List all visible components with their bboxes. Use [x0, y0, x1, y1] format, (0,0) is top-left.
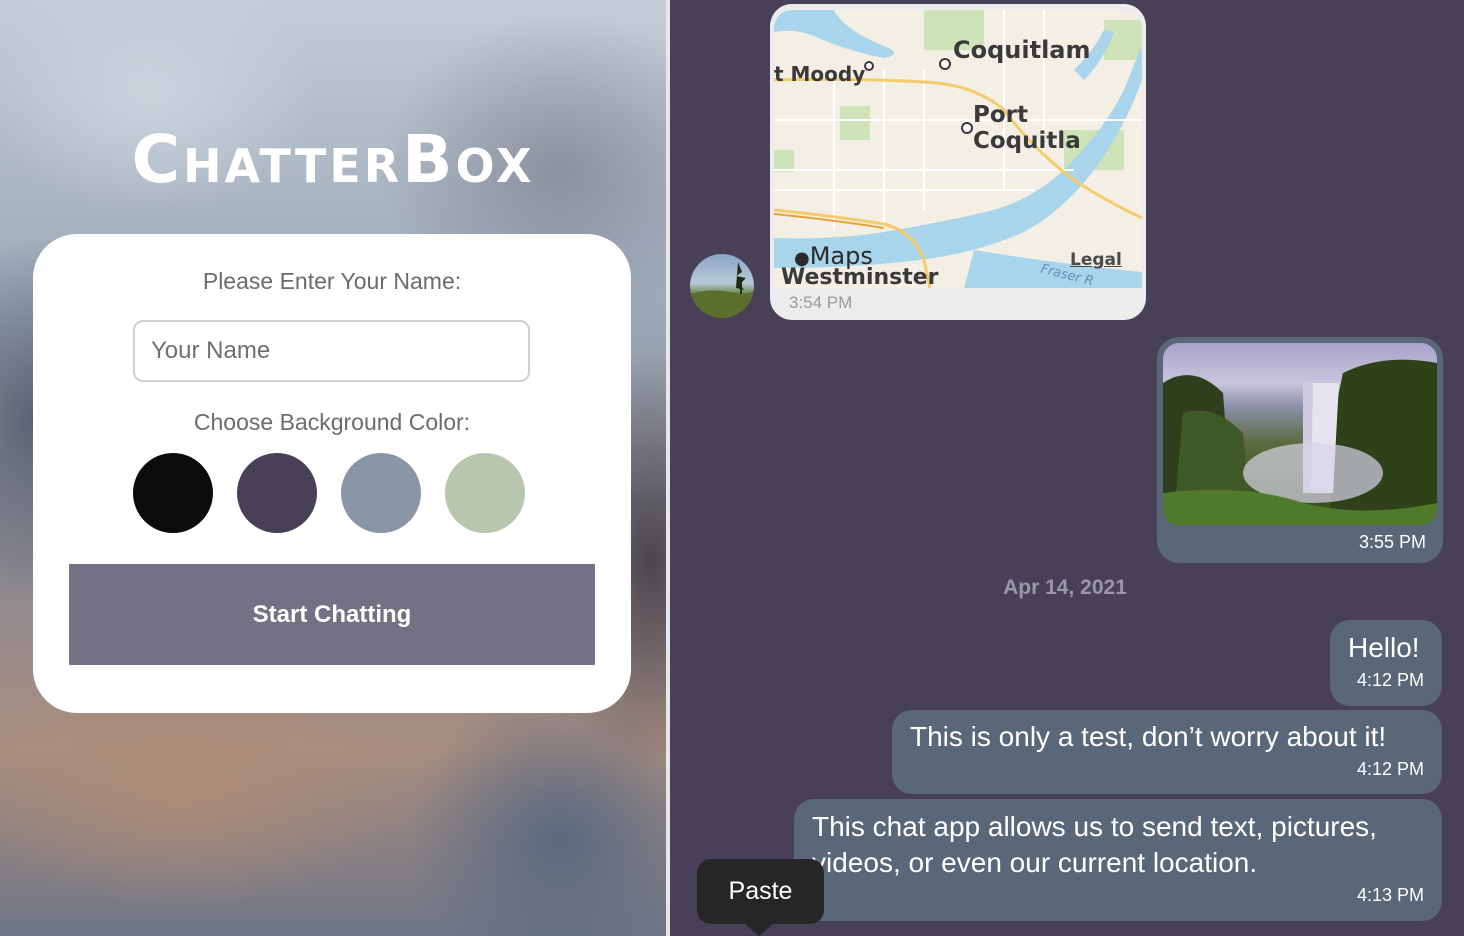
chat-message[interactable]: Hello! 4:12 PM — [1330, 620, 1442, 706]
map-legal-link[interactable]: Legal — [1070, 250, 1122, 270]
color-label: Choose Background Color: — [193, 409, 471, 435]
map-label-coquitlam: Coquitlam — [953, 36, 1091, 64]
message-text: This chat app allows us to send text, pi… — [812, 811, 1377, 878]
message-time: 4:12 PM — [1356, 759, 1424, 779]
name-input[interactable] — [133, 320, 530, 382]
color-swatch-sage[interactable] — [445, 453, 525, 533]
message-time: 4:12 PM — [1356, 670, 1424, 690]
waterfall-photo[interactable] — [1163, 343, 1437, 525]
date-separator: Apr 14, 2021 — [1003, 576, 1127, 599]
apple-logo-icon: ● — [794, 248, 810, 269]
chat-screen: t Moody Coquitlam Port Coquitla Westmins… — [670, 0, 1464, 936]
message-text: Hello! — [1348, 632, 1420, 663]
color-swatches — [133, 453, 525, 533]
name-label: Please Enter Your Name: — [202, 268, 462, 294]
avatar[interactable] — [690, 254, 754, 318]
chat-message[interactable]: This is only a test, don’t worry about i… — [892, 710, 1442, 794]
image-message[interactable]: 3:55 PM — [1157, 337, 1443, 563]
map-label-port-coquitlam: Port Coquitla — [973, 102, 1081, 154]
color-swatch-gray-blue[interactable] — [341, 453, 421, 533]
start-card: Please Enter Your Name: Choose Backgroun… — [33, 234, 631, 713]
color-swatch-purple[interactable] — [237, 453, 317, 533]
app-title: ChatterBox — [131, 121, 535, 198]
paste-menu-pointer — [745, 924, 773, 936]
maps-provider-label: Maps — [809, 242, 873, 270]
maps-logo: ●Maps — [794, 242, 873, 270]
start-screen: ChatterBox Please Enter Your Name: Choos… — [0, 0, 666, 936]
chat-message[interactable]: This chat app allows us to send text, pi… — [794, 799, 1442, 921]
location-message[interactable]: t Moody Coquitlam Port Coquitla Westmins… — [770, 4, 1146, 320]
map-label-moody: t Moody — [774, 62, 866, 86]
map-preview[interactable]: t Moody Coquitlam Port Coquitla Westmins… — [774, 10, 1142, 288]
paste-menu-button[interactable]: Paste — [697, 859, 824, 924]
message-text: This is only a test, don’t worry about i… — [910, 721, 1387, 752]
message-time: 3:55 PM — [1358, 532, 1426, 552]
color-swatch-black[interactable] — [133, 453, 213, 533]
message-time: 4:13 PM — [1356, 885, 1424, 905]
start-chatting-button[interactable]: Start Chatting — [69, 564, 595, 665]
message-time: 3:54 PM — [789, 293, 853, 312]
